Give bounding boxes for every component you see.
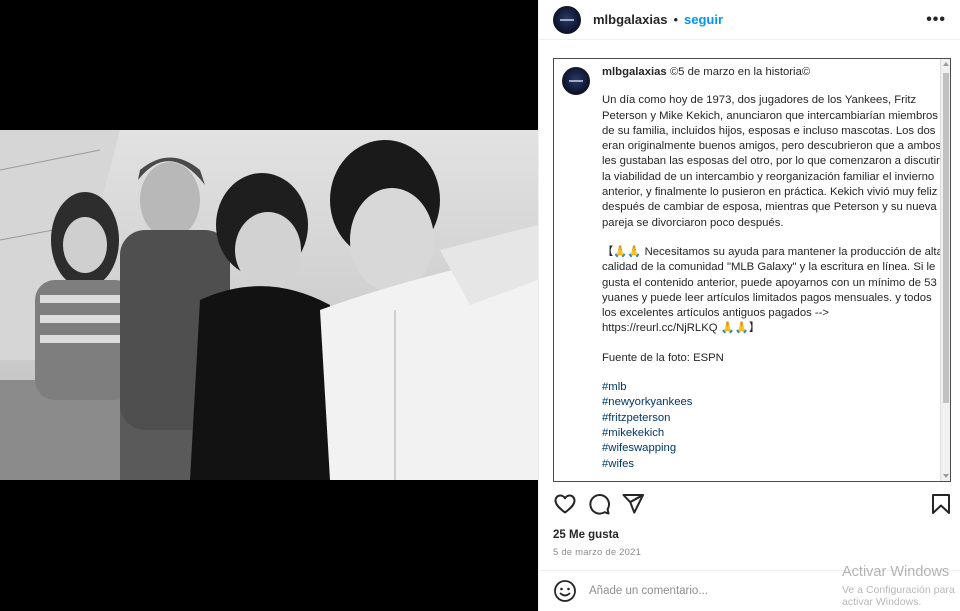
caption-username[interactable]: mlbgalaxias: [602, 66, 667, 78]
hashtag-link[interactable]: #fritzpeterson: [602, 411, 944, 426]
avatar[interactable]: [553, 5, 581, 34]
comment-icon[interactable]: [587, 492, 611, 516]
hashtag-link[interactable]: #mikekekich: [602, 426, 944, 441]
post-sidebar: mlbgalaxias • seguir ••• mlbgalaxias ©5 …: [538, 0, 960, 611]
likes-count[interactable]: 25 Me gusta: [553, 529, 619, 541]
post-photo[interactable]: [0, 130, 538, 480]
follow-button[interactable]: seguir: [684, 12, 723, 27]
caption-paragraph-2: 【🙏🙏 Necesitamos su ayuda para mantener l…: [602, 245, 943, 335]
caption-body: mlbgalaxias ©5 de marzo en la historia© …: [602, 65, 944, 472]
hashtag-link[interactable]: #mlb: [602, 380, 944, 395]
photo-image: [0, 130, 538, 480]
caption-title: ©5 de marzo en la historia©: [669, 66, 811, 78]
post-media: [0, 0, 538, 611]
hashtag-link[interactable]: #wifes: [602, 457, 944, 472]
hashtag-list: #mlb #newyorkyankees #fritzpeterson #mik…: [602, 380, 944, 472]
comment-bar: [539, 570, 960, 611]
comments-scrollbar[interactable]: [940, 59, 950, 481]
caption-avatar[interactable]: [562, 67, 590, 95]
header-username[interactable]: mlbgalaxias: [593, 12, 667, 27]
scrollbar-thumb[interactable]: [943, 73, 949, 403]
smiley-icon[interactable]: [553, 579, 577, 603]
heart-icon[interactable]: [553, 492, 577, 516]
scroll-down-icon[interactable]: [943, 474, 949, 478]
send-icon[interactable]: [621, 492, 645, 516]
comments-section[interactable]: mlbgalaxias ©5 de marzo en la historia© …: [553, 58, 951, 482]
post-date[interactable]: 5 de marzo de 2021: [553, 547, 641, 558]
caption-paragraph-1: Un día como hoy de 1973, dos jugadores d…: [602, 94, 942, 229]
action-bar: [553, 490, 953, 518]
scroll-up-icon[interactable]: [943, 62, 949, 66]
bookmark-icon[interactable]: [929, 492, 953, 516]
caption-source: Fuente de la foto: ESPN: [602, 351, 724, 364]
separator-dot: •: [673, 12, 678, 27]
hashtag-link[interactable]: #wifeswapping: [602, 441, 944, 456]
comment-input[interactable]: [589, 585, 789, 597]
post-header: mlbgalaxias • seguir •••: [539, 0, 960, 40]
caption: mlbgalaxias ©5 de marzo en la historia© …: [562, 65, 950, 472]
hashtag-link[interactable]: #newyorkyankees: [602, 395, 944, 410]
more-horizontal-icon[interactable]: •••: [926, 11, 946, 29]
